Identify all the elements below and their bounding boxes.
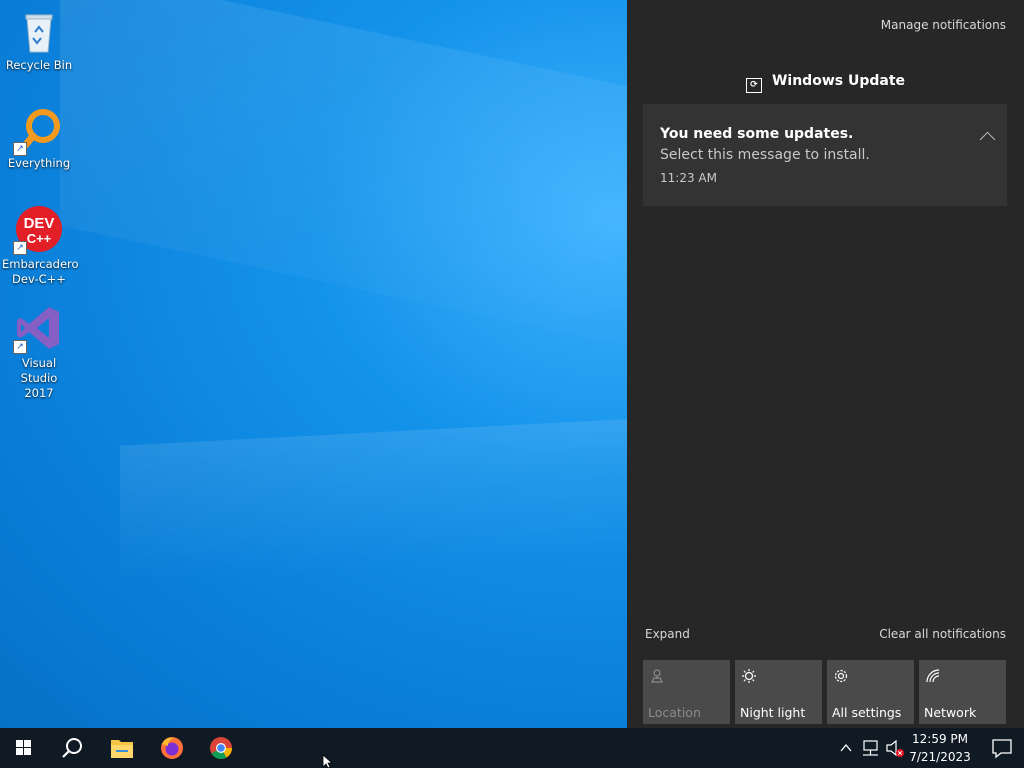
search-button[interactable] (48, 728, 96, 768)
quick-action-label: Location (648, 705, 701, 720)
quick-action-label: Night light (740, 705, 806, 720)
desktop-icon-label: Recycle Bin (5, 58, 73, 72)
taskbar-chrome[interactable] (197, 728, 245, 768)
clear-all-notifications-link[interactable]: Clear all notifications (879, 627, 1006, 641)
collapse-chevron-icon[interactable] (979, 131, 996, 148)
taskbar-file-explorer[interactable] (98, 728, 146, 768)
notification-icon (992, 739, 1012, 759)
notification-time: 11:23 AM (660, 171, 717, 185)
notification-message: Select this message to install. (660, 147, 870, 163)
devcpp-icon: DEV C++ ↗ (13, 205, 63, 255)
desktop-icon-devcpp[interactable]: DEV C++ ↗ Embarcadero Dev-C++ (2, 205, 79, 287)
volume-muted-icon (886, 739, 904, 757)
show-hidden-icons-button[interactable] (838, 728, 854, 768)
desktop-icon-label-line1: Visual Studio (20, 356, 58, 385)
clock-date: 7/21/2023 (909, 750, 971, 764)
notification-card[interactable]: You need some updates. Select this messa… (643, 104, 1007, 206)
clock-time: 12:59 PM (912, 732, 968, 746)
wired-network-icon (863, 740, 878, 756)
quick-action-night-light[interactable]: Night light (735, 660, 822, 724)
notification-group-header: ⟳ Windows Update (627, 73, 1024, 93)
firefox-icon (161, 737, 183, 759)
shortcut-arrow-icon: ↗ (13, 340, 27, 354)
desktop-icon-label: Everything (7, 156, 71, 170)
taskbar-firefox[interactable] (148, 728, 196, 768)
quick-action-label: Network (924, 705, 977, 720)
expand-link[interactable]: Expand (645, 627, 690, 641)
action-center-button[interactable] (980, 728, 1024, 768)
file-explorer-icon (111, 740, 133, 758)
start-button[interactable] (0, 728, 48, 768)
desktop-icon-label-line2: Dev-C++ (12, 272, 66, 286)
action-center-panel: Manage notifications ⟳ Windows Update You… (627, 0, 1024, 728)
desktop-icon-recycle-bin[interactable]: Recycle Bin (2, 8, 76, 73)
taskbar: 12:59 PM 7/21/2023 (0, 728, 1024, 768)
visual-studio-icon: ↗ (13, 304, 63, 354)
taskbar-clock[interactable]: 12:59 PM 7/21/2023 (905, 730, 975, 766)
desktop-icon-visual-studio[interactable]: ↗ Visual Studio 2017 (2, 304, 76, 401)
network-tray-button[interactable] (860, 728, 882, 768)
volume-tray-button[interactable] (884, 728, 906, 768)
chrome-icon (210, 737, 232, 759)
location-icon (649, 668, 665, 684)
everything-icon: ↗ (13, 106, 63, 156)
quick-action-label: All settings (832, 705, 902, 720)
mouse-cursor-icon (322, 754, 334, 768)
desktop-icon-label-line1: Embarcadero (2, 257, 79, 271)
quick-action-location[interactable]: Location (643, 660, 730, 724)
manage-notifications-link[interactable]: Manage notifications (881, 18, 1006, 32)
search-icon (62, 738, 82, 758)
notification-title: You need some updates. (660, 126, 854, 142)
chevron-up-icon (840, 743, 852, 752)
shortcut-arrow-icon: ↗ (13, 142, 27, 156)
recycle-bin-icon (15, 8, 63, 56)
windows-start-icon (16, 740, 31, 755)
devcpp-logo-top: DEV (24, 215, 55, 232)
network-icon (925, 668, 941, 684)
shortcut-arrow-icon: ↗ (13, 241, 27, 255)
quick-action-all-settings[interactable]: All settings (827, 660, 914, 724)
desktop-icon-label-line2: 2017 (24, 386, 54, 400)
night-light-icon (741, 668, 757, 684)
notification-group-title: Windows Update (771, 73, 906, 89)
desktop-icon-everything[interactable]: ↗ Everything (2, 106, 76, 171)
windows-update-icon: ⟳ (745, 78, 762, 93)
devcpp-logo-bottom: C++ (27, 231, 52, 246)
gear-icon (833, 668, 849, 684)
quick-action-network[interactable]: Network (919, 660, 1006, 724)
